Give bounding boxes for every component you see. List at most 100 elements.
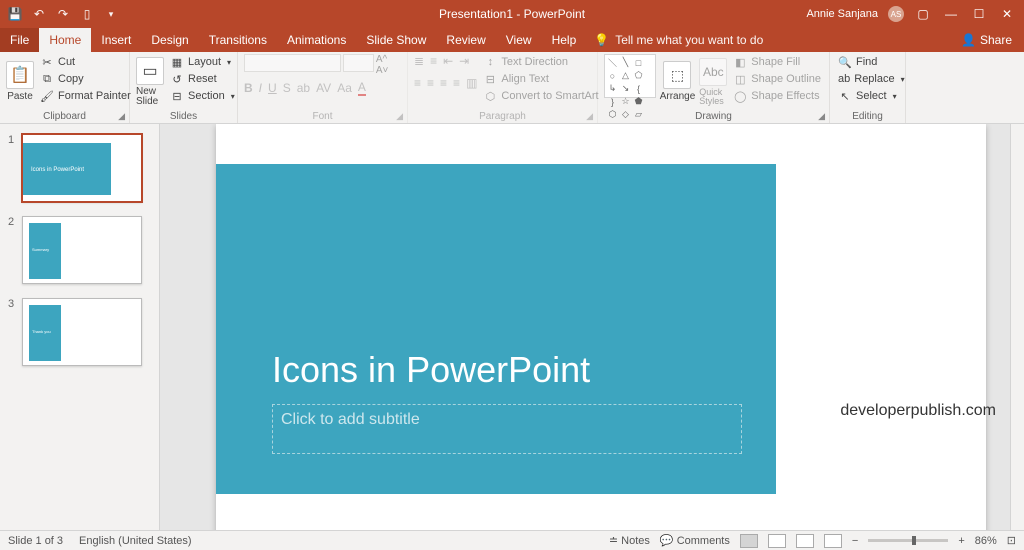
slide-title[interactable]: Icons in PowerPoint — [272, 349, 590, 391]
columns-button[interactable]: ▥ — [466, 76, 477, 90]
paragraph-dialog-launcher[interactable]: ◢ — [586, 111, 593, 122]
copy-icon: ⧉ — [40, 72, 54, 86]
normal-view-button[interactable] — [740, 534, 758, 548]
new-slide-icon: ▭ — [136, 57, 164, 85]
start-from-beginning-icon[interactable]: ▯ — [80, 7, 94, 21]
text-direction-button[interactable]: ↕Text Direction — [481, 54, 600, 70]
strikethrough-button[interactable]: S — [283, 81, 291, 95]
decrease-indent-button[interactable]: ⇤ — [443, 54, 453, 68]
font-family-combo[interactable] — [244, 54, 341, 72]
arrange-button[interactable]: ⬚ Arrange — [660, 54, 696, 109]
layout-button[interactable]: ▦Layout▾ — [168, 54, 237, 70]
notes-button[interactable]: ≐ Notes — [609, 534, 650, 547]
slide-canvas[interactable]: Icons in PowerPoint Click to add subtitl… — [216, 124, 986, 530]
language-indicator[interactable]: English (United States) — [79, 535, 192, 547]
group-slides: ▭ New Slide ▦Layout▾ ↺Reset ⊟Section▾ Sl… — [130, 52, 238, 123]
clipboard-dialog-launcher[interactable]: ◢ — [118, 111, 125, 122]
work-area: 1 Icons in PowerPoint 2 Summary 3 Thank … — [0, 124, 1024, 530]
minimize-icon[interactable]: — — [942, 7, 960, 21]
lightbulb-icon: 💡 — [594, 33, 609, 47]
tab-design[interactable]: Design — [141, 28, 198, 52]
ribbon-tabs: File Home Insert Design Transitions Anim… — [0, 28, 1024, 52]
user-avatar[interactable]: AS — [888, 6, 904, 22]
tell-me-search[interactable]: 💡 Tell me what you want to do — [594, 28, 763, 52]
case-button[interactable]: Aa — [337, 81, 352, 95]
drawing-dialog-launcher[interactable]: ◢ — [818, 111, 825, 122]
zoom-out-button[interactable]: − — [852, 535, 858, 547]
align-text-button[interactable]: ⊟Align Text — [481, 71, 600, 87]
tab-transitions[interactable]: Transitions — [199, 28, 277, 52]
copy-button[interactable]: ⧉Copy — [38, 71, 133, 87]
tab-insert[interactable]: Insert — [91, 28, 141, 52]
zoom-level[interactable]: 86% — [975, 535, 997, 547]
redo-icon[interactable]: ↷ — [56, 7, 70, 21]
quick-styles-button[interactable]: Abc Quick Styles — [699, 54, 727, 109]
group-drawing: ＼╲□○△⬠ ↳↘{}☆⬟ ⬡◇▱⬒⬔⋯ ⬚ Arrange Abc Quick… — [598, 52, 830, 123]
slide-sorter-view-button[interactable] — [768, 534, 786, 548]
slide-thumbnail-3[interactable]: Thank you — [22, 298, 142, 366]
numbering-button[interactable]: ≡ — [430, 54, 437, 68]
tab-home[interactable]: Home — [39, 28, 91, 52]
slides-group-label: Slides — [170, 111, 197, 122]
align-right-button[interactable]: ≡ — [440, 76, 447, 90]
section-button[interactable]: ⊟Section▾ — [168, 88, 237, 104]
reset-button[interactable]: ↺Reset — [168, 71, 237, 87]
tab-file[interactable]: File — [0, 28, 39, 52]
ribbon-display-icon[interactable]: ▢ — [914, 7, 932, 21]
shape-fill-button[interactable]: ◧Shape Fill — [731, 54, 823, 70]
shape-effects-button[interactable]: ◯Shape Effects — [731, 88, 823, 104]
shadow-button[interactable]: ab — [297, 81, 310, 95]
shape-outline-button[interactable]: ◫Shape Outline — [731, 71, 823, 87]
vertical-scrollbar[interactable] — [1010, 124, 1024, 530]
zoom-in-button[interactable]: + — [958, 535, 964, 547]
tab-help[interactable]: Help — [542, 28, 587, 52]
zoom-slider[interactable] — [868, 539, 948, 542]
qat-customize-icon[interactable]: ▾ — [104, 7, 118, 21]
font-size-combo[interactable] — [343, 54, 374, 72]
increase-indent-button[interactable]: ⇥ — [459, 54, 469, 68]
undo-icon[interactable]: ↶ — [32, 7, 46, 21]
cut-button[interactable]: ✂Cut — [38, 54, 133, 70]
comments-button[interactable]: 💬 Comments — [660, 534, 730, 547]
slide-counter[interactable]: Slide 1 of 3 — [8, 535, 63, 547]
underline-button[interactable]: U — [268, 81, 277, 95]
font-dialog-launcher[interactable]: ◢ — [396, 111, 403, 122]
tab-slideshow[interactable]: Slide Show — [356, 28, 436, 52]
new-slide-button[interactable]: ▭ New Slide — [136, 54, 164, 109]
slide-thumbnail-2[interactable]: Summary — [22, 216, 142, 284]
close-icon[interactable]: ✕ — [998, 7, 1016, 21]
italic-button[interactable]: I — [259, 81, 262, 95]
smartart-button[interactable]: ⬡Convert to SmartArt — [481, 88, 600, 104]
save-icon[interactable]: 💾 — [8, 7, 22, 21]
spacing-button[interactable]: AV — [316, 81, 331, 95]
format-painter-button[interactable]: 🖌Format Painter — [38, 88, 133, 104]
font-color-button[interactable]: A — [358, 80, 366, 96]
bullets-button[interactable]: ≣ — [414, 54, 424, 68]
reading-view-button[interactable] — [796, 534, 814, 548]
maximize-icon[interactable]: ☐ — [970, 7, 988, 21]
editing-group-label: Editing — [852, 111, 883, 122]
replace-button[interactable]: abReplace▾ — [836, 71, 899, 87]
quick-styles-icon: Abc — [699, 58, 727, 86]
find-icon: 🔍 — [838, 55, 852, 69]
share-button[interactable]: 👤 Share — [949, 28, 1024, 52]
align-left-button[interactable]: ≡ — [414, 76, 421, 90]
tab-view[interactable]: View — [496, 28, 542, 52]
replace-icon: ab — [838, 72, 850, 86]
bold-button[interactable]: B — [244, 81, 253, 95]
slide-subtitle-placeholder[interactable]: Click to add subtitle — [272, 404, 742, 454]
select-button[interactable]: ↖Select▾ — [836, 88, 899, 104]
tab-animations[interactable]: Animations — [277, 28, 356, 52]
section-icon: ⊟ — [170, 89, 184, 103]
slide-thumbnail-1[interactable]: Icons in PowerPoint — [22, 134, 142, 202]
align-center-button[interactable]: ≡ — [427, 76, 434, 90]
user-name[interactable]: Annie Sanjana — [806, 8, 878, 20]
fit-to-window-button[interactable]: ⊡ — [1007, 534, 1016, 547]
paste-button[interactable]: 📋 Paste — [6, 54, 34, 109]
text-direction-icon: ↕ — [483, 55, 497, 69]
slideshow-view-button[interactable] — [824, 534, 842, 548]
find-button[interactable]: 🔍Find — [836, 54, 899, 70]
justify-button[interactable]: ≡ — [453, 76, 460, 90]
shapes-gallery[interactable]: ＼╲□○△⬠ ↳↘{}☆⬟ ⬡◇▱⬒⬔⋯ — [604, 54, 656, 98]
tab-review[interactable]: Review — [436, 28, 495, 52]
